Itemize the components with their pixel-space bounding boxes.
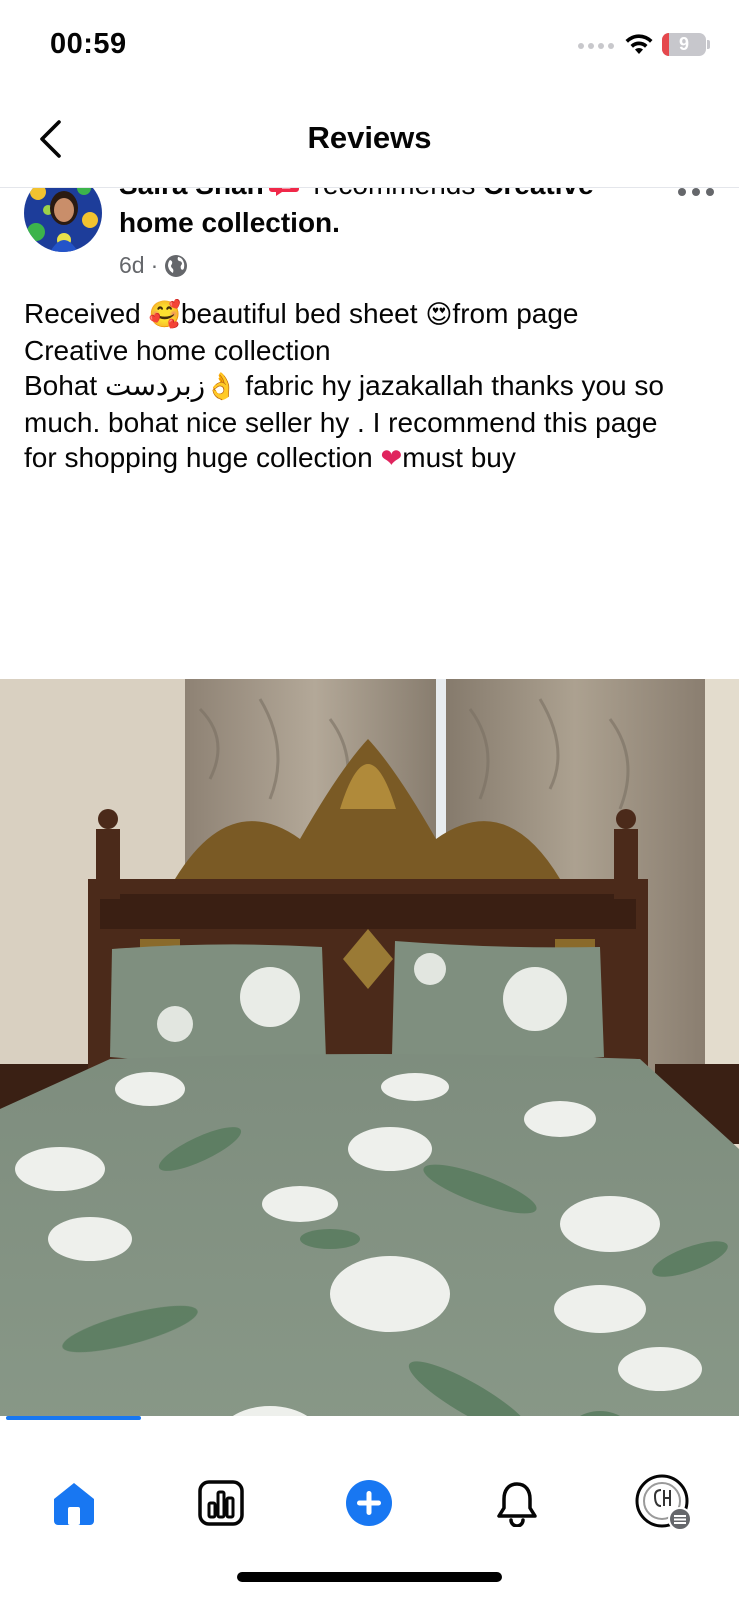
battery-icon: 9 — [662, 33, 706, 56]
page-avatar-icon — [635, 1474, 692, 1531]
nav-create[interactable] — [334, 1468, 404, 1538]
more-dot-icon — [706, 188, 714, 196]
heart-eyes-emoji: 😍 — [425, 300, 453, 330]
author-avatar[interactable] — [24, 188, 102, 252]
post-meta: 6d · — [119, 252, 188, 279]
post-photo[interactable] — [0, 679, 739, 1416]
post-body: Received 🥰beautiful bed sheet 😍from page… — [24, 296, 724, 477]
red-heart-emoji: ❤ — [380, 444, 403, 474]
post-header: Saira Shah recommends Creative home coll… — [119, 188, 659, 242]
ok-hand-emoji: 👌 — [205, 372, 238, 402]
post-text-line: for shopping huge collection ❤must buy — [24, 442, 516, 474]
more-dot-icon — [678, 188, 686, 196]
more-options-button[interactable] — [678, 188, 714, 196]
post-text-line: Received 🥰beautiful bed sheet 😍from page — [24, 298, 579, 330]
home-indicator[interactable] — [237, 1572, 502, 1582]
nav-home[interactable] — [39, 1468, 109, 1538]
battery-level: 9 — [678, 34, 689, 54]
post-text-line: Bohat زبردست👌 fabric hy jazakallah thank… — [24, 370, 664, 402]
plus-circle-icon — [346, 1480, 392, 1526]
nav-bar: Reviews — [0, 92, 739, 188]
nav-profile[interactable] — [629, 1468, 699, 1538]
avatar-image — [24, 188, 102, 252]
more-dot-icon — [692, 188, 700, 196]
status-bar: 00:59 9 — [0, 0, 739, 92]
recommends-text: recommends — [314, 188, 476, 200]
globe-icon — [165, 254, 188, 277]
author-name[interactable]: Saira Shah — [119, 188, 264, 200]
bar-chart-icon — [198, 1480, 244, 1526]
post-text-line: much. bohat nice seller hy . I recommend… — [24, 407, 658, 438]
cellular-signal-icon — [578, 43, 614, 49]
nav-dashboard[interactable] — [186, 1468, 256, 1538]
battery-cap — [707, 40, 710, 49]
status-time: 00:59 — [50, 28, 127, 60]
recommend-icon — [268, 188, 299, 196]
smiling-hearts-emoji: 🥰 — [148, 300, 181, 330]
post-text-line: Creative home collection — [24, 335, 331, 366]
active-tab-indicator — [6, 1416, 141, 1420]
review-post: Saira Shah recommends Creative home coll… — [0, 188, 739, 1416]
tab-strip — [0, 1416, 739, 1428]
bell-icon — [497, 1482, 537, 1527]
page-title: Reviews — [307, 120, 432, 155]
wifi-icon — [625, 34, 653, 54]
post-timestamp[interactable]: 6d — [119, 252, 145, 279]
meta-separator: · — [150, 252, 159, 278]
home-icon — [54, 1483, 94, 1525]
nav-notifications[interactable] — [482, 1468, 552, 1538]
